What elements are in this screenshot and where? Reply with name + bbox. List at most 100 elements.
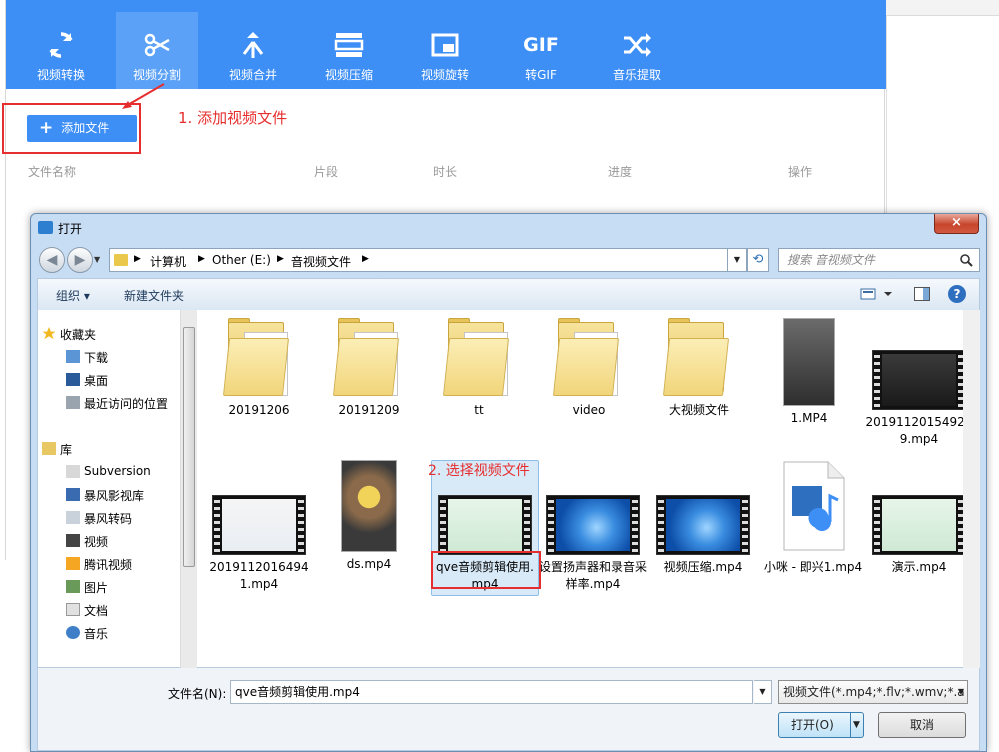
nav-item-label: 音乐 bbox=[84, 627, 109, 641]
video-thumbnail-icon bbox=[546, 495, 640, 555]
file-item[interactable]: 大视频文件 bbox=[645, 318, 753, 419]
column-header-action: 操作 bbox=[788, 165, 813, 179]
tencent-video-icon bbox=[66, 557, 80, 570]
chevron-right-icon: ▶ bbox=[198, 254, 205, 264]
video-thumbnail-icon bbox=[783, 318, 835, 406]
search-placeholder: 搜索 音视频文件 bbox=[787, 253, 875, 267]
file-item-label: ds.mp4 bbox=[346, 557, 392, 571]
library-doc-icon bbox=[66, 465, 80, 478]
file-item[interactable]: 20191209 bbox=[315, 318, 423, 419]
open-dropdown-icon[interactable]: ▼ bbox=[853, 713, 860, 737]
history-dropdown-icon[interactable]: ▼ bbox=[94, 255, 100, 264]
new-folder-button[interactable]: 新建文件夹 bbox=[124, 287, 184, 304]
preview-pane-button[interactable] bbox=[914, 287, 930, 301]
address-bar[interactable]: ▶ 计算机 ▶ Other (E:) ▶ 音视频文件 ▶ bbox=[109, 248, 749, 272]
file-item[interactable]: 201911201549299.mp4 bbox=[865, 350, 973, 448]
dialog-bottom-bar: 文件名(N): qve音频剪辑使用.mp4 ▼ 视频文件(*.mp4;*.flv… bbox=[37, 668, 980, 751]
file-item-label: 20191120164941.mp4 bbox=[209, 560, 309, 591]
dialog-titlebar[interactable]: 打开 × bbox=[31, 214, 986, 240]
view-icon bbox=[860, 288, 892, 300]
tool-video-rotate[interactable]: 视频旋转 bbox=[404, 14, 486, 89]
close-button[interactable]: × bbox=[934, 214, 979, 234]
help-icon[interactable]: ? bbox=[948, 285, 966, 303]
breadcrumb-computer[interactable]: 计算机 bbox=[150, 253, 186, 270]
file-item[interactable]: 小咪 - 即兴1.mp4 bbox=[759, 460, 867, 576]
tool-music-extract[interactable]: 音乐提取 bbox=[596, 14, 678, 89]
file-item-label: video bbox=[572, 403, 606, 417]
chevron-right-icon: ▶ bbox=[134, 254, 141, 264]
filename-dropdown-icon[interactable]: ▼ bbox=[754, 680, 772, 704]
nav-scrollbar-thumb[interactable] bbox=[183, 327, 195, 567]
tool-video-merge[interactable]: 视频合并 bbox=[212, 14, 294, 89]
address-dropdown-icon[interactable]: ▼ bbox=[727, 248, 747, 272]
nav-item-tencent-video[interactable]: 腾讯视频 bbox=[66, 556, 132, 573]
nav-item-music[interactable]: 音乐 bbox=[66, 625, 109, 642]
column-header-filename: 文件名称 bbox=[28, 165, 77, 179]
file-item-label: tt bbox=[474, 403, 484, 417]
nav-item-documents[interactable]: 文档 bbox=[66, 602, 109, 619]
nav-item-recent[interactable]: 最近访问的位置 bbox=[66, 395, 168, 412]
background-window-edge bbox=[886, 0, 999, 16]
file-item[interactable]: 设置扬声器和录音采样率.mp4 bbox=[539, 495, 647, 593]
nav-item-label: 文档 bbox=[84, 604, 109, 618]
file-item[interactable]: 视频压缩.mp4 bbox=[649, 495, 757, 576]
refresh-icon bbox=[49, 32, 73, 58]
organize-button[interactable]: 组织 ▾ bbox=[56, 287, 90, 304]
file-item[interactable]: video bbox=[535, 318, 643, 419]
chevron-down-icon: ▼ bbox=[957, 687, 964, 696]
file-item-label: 201911201549299.mp4 bbox=[865, 415, 973, 446]
file-item[interactable]: 20191206 bbox=[205, 318, 313, 419]
tool-video-convert[interactable]: 视频转换 bbox=[20, 14, 102, 89]
tool-label: 视频转换 bbox=[36, 68, 85, 82]
folder-icon bbox=[552, 318, 624, 398]
add-file-button[interactable]: + 添加文件 bbox=[27, 115, 137, 142]
navigation-row: ◀ ▶ ▼ ▶ 计算机 ▶ Other (E:) ▶ 音视频文件 ▶ ▼ ⟲ 搜… bbox=[31, 244, 986, 274]
file-item-label: 小咪 - 即兴1.mp4 bbox=[763, 560, 863, 574]
file-item-label: 设置扬声器和录音采样率.mp4 bbox=[539, 560, 648, 591]
cancel-button[interactable]: 取消 bbox=[878, 712, 966, 738]
nav-item-baofeng-transcode[interactable]: 暴风转码 bbox=[66, 510, 132, 527]
video-thumbnail-icon bbox=[212, 495, 306, 555]
filename-input[interactable]: qve音频剪辑使用.mp4 bbox=[230, 680, 753, 704]
open-button[interactable]: 打开(O) ▼ bbox=[778, 712, 864, 738]
breadcrumb-drive[interactable]: Other (E:) bbox=[212, 253, 271, 267]
file-item[interactable]: 演示.mp4 bbox=[865, 495, 973, 576]
video-thumbnail-icon bbox=[872, 495, 966, 555]
plus-icon: + bbox=[39, 118, 54, 138]
chevron-right-icon: ▶ bbox=[362, 254, 369, 264]
folder-icon bbox=[442, 318, 514, 398]
view-options-button[interactable] bbox=[860, 287, 896, 304]
refresh-button[interactable]: ⟲ bbox=[747, 248, 769, 272]
nav-item-desktop[interactable]: 桌面 bbox=[66, 372, 108, 389]
nav-libraries[interactable]: 库 bbox=[42, 441, 72, 458]
breadcrumb-folder[interactable]: 音视频文件 bbox=[291, 253, 351, 270]
nav-item-label: 图片 bbox=[84, 581, 109, 595]
compress-icon bbox=[334, 33, 364, 57]
nav-item-downloads[interactable]: 下载 bbox=[66, 349, 108, 366]
file-item[interactable]: ds.mp4 bbox=[315, 460, 423, 573]
file-type-filter[interactable]: 视频文件(*.mp4;*.flv;*.wmv;*.a ▼ bbox=[778, 680, 968, 704]
search-input[interactable]: 搜索 音视频文件 bbox=[778, 248, 980, 272]
nav-item-videos[interactable]: 视频 bbox=[66, 533, 108, 550]
nav-item-pictures[interactable]: 图片 bbox=[66, 579, 109, 596]
tool-label: 视频压缩 bbox=[324, 68, 373, 82]
forward-button[interactable]: ▶ bbox=[67, 247, 93, 273]
search-icon[interactable] bbox=[960, 254, 973, 267]
app-icon bbox=[38, 221, 53, 234]
tool-to-gif[interactable]: GIF 转GIF bbox=[500, 14, 582, 89]
column-header-segment: 片段 bbox=[314, 165, 339, 179]
nav-item-baofeng-library[interactable]: 暴风影视库 bbox=[66, 487, 144, 504]
nav-scrollbar[interactable] bbox=[180, 310, 197, 668]
tool-video-compress[interactable]: 视频压缩 bbox=[308, 14, 390, 89]
media-file-icon bbox=[783, 461, 845, 551]
tool-video-split[interactable]: 视频分割 bbox=[116, 12, 198, 89]
file-item[interactable]: tt bbox=[425, 318, 533, 419]
nav-favorites[interactable]: 收藏夹 bbox=[42, 326, 96, 343]
back-button[interactable]: ◀ bbox=[39, 247, 65, 273]
file-view-scrollbar[interactable] bbox=[963, 310, 980, 668]
folder-icon bbox=[662, 318, 734, 398]
file-item[interactable]: 20191120164941.mp4 bbox=[205, 495, 313, 593]
nav-item-subversion[interactable]: Subversion bbox=[66, 464, 151, 478]
file-item[interactable]: 1.MP4 bbox=[755, 318, 863, 427]
video-thumbnail-icon bbox=[656, 495, 750, 555]
